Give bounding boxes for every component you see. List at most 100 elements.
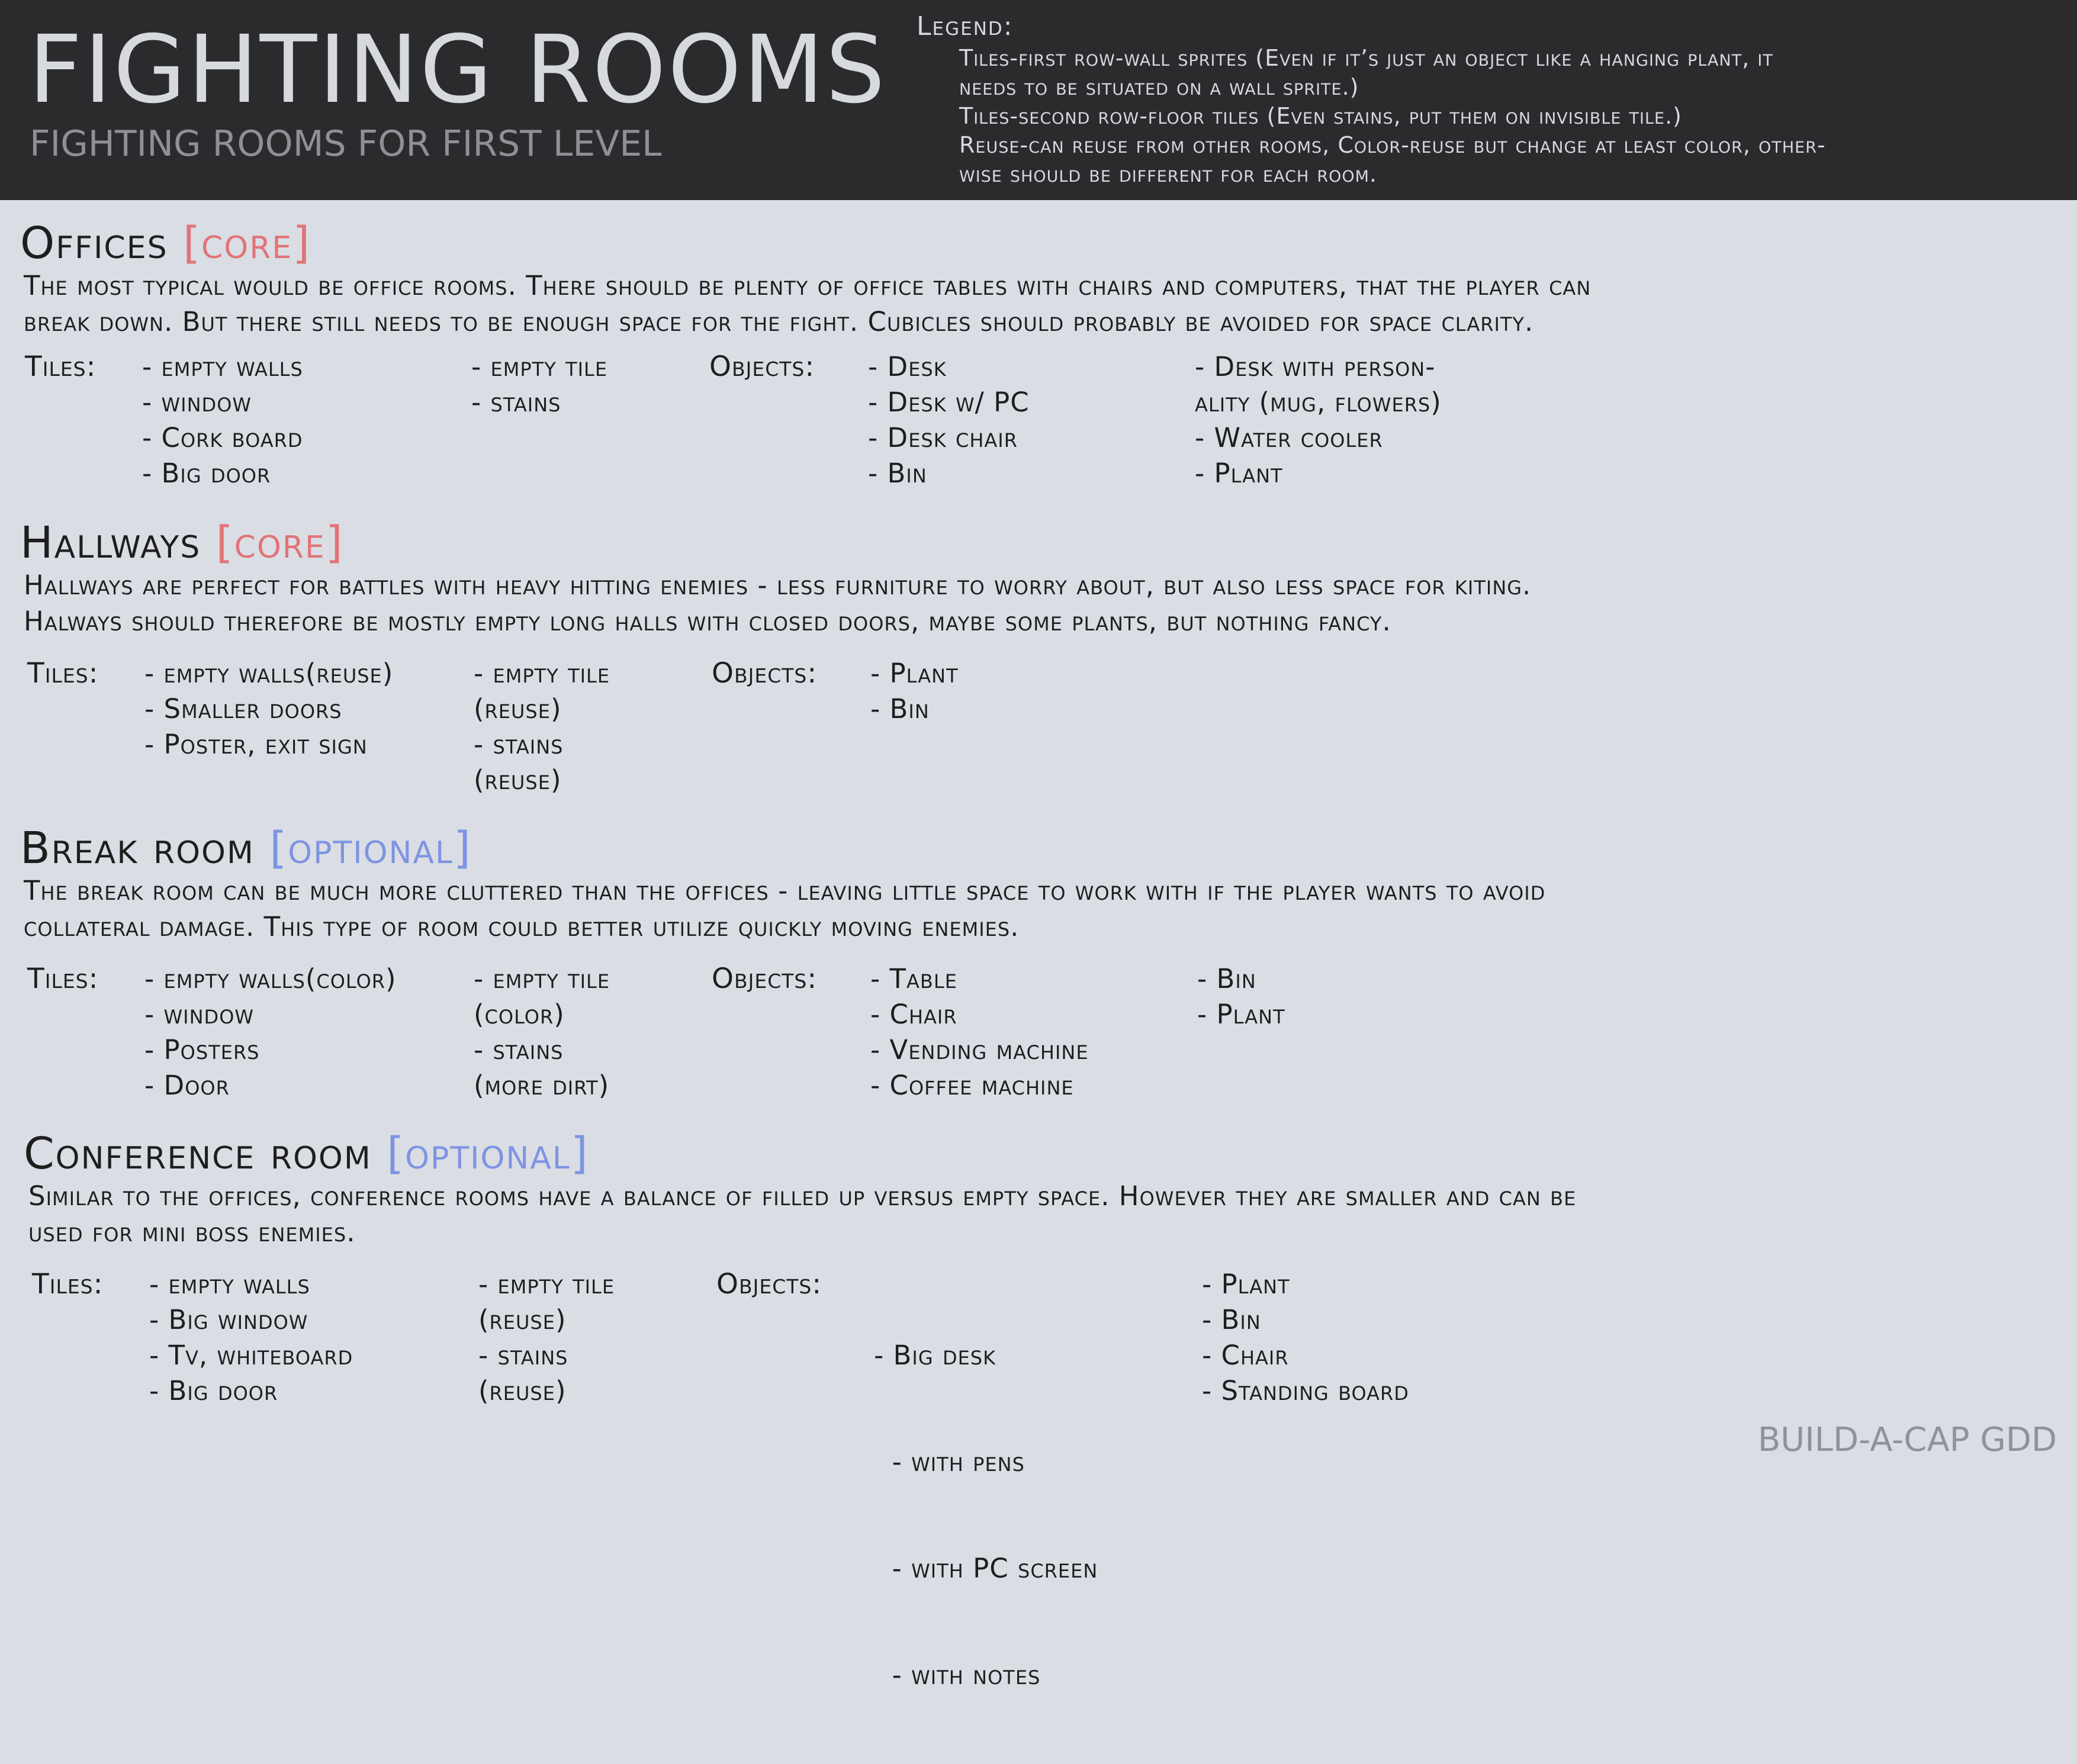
list-item: - Posters <box>144 1034 260 1066</box>
objects-list-2: - Bin - Plant <box>1197 961 1285 1032</box>
objects-list-1: - Big desk - with pens - with PC screen … <box>874 1267 1098 1764</box>
objects-label: Objects: <box>712 963 818 995</box>
section-title: Break room [optional] <box>20 822 472 875</box>
list-item: - Big door <box>142 458 271 489</box>
list-item: - stains <box>474 1034 564 1066</box>
list-item: - empty tile <box>471 351 608 382</box>
list-item: - stains <box>471 387 561 418</box>
list-item: - Coffee machine <box>870 1070 1074 1101</box>
objects-label: Objects: <box>716 1268 822 1301</box>
list-item: - Plant <box>1197 999 1285 1030</box>
objects-list-2: - Plant - Bin - Chair - Standing board <box>1202 1267 1409 1409</box>
list-item: - empty tile <box>474 963 610 994</box>
tiles-label: Tiles: <box>25 350 97 383</box>
list-item: - Chair <box>870 999 957 1030</box>
section-title: Conference room [optional] <box>24 1127 589 1180</box>
objects-list-1: - Plant - Bin <box>870 656 959 727</box>
list-item: - with PC screen <box>874 1553 1098 1584</box>
list-item: - Plant <box>1202 1269 1290 1300</box>
legend-line: needs to be situated on a wall sprite.) <box>959 74 1359 100</box>
legend-line: Tiles-first row-wall sprites (Even if it… <box>959 45 1773 71</box>
tiles-floor-list: - empty tile (reuse) - stains (reuse) <box>478 1267 615 1409</box>
list-item: - Plant <box>1195 458 1283 489</box>
page-title: FIGHTING ROOMS <box>28 15 887 124</box>
list-item: ality (mug, flowers) <box>1195 387 1442 418</box>
legend-line: Reuse-can reuse from other rooms, Color-… <box>959 132 1826 158</box>
list-item: - Big window <box>149 1304 308 1335</box>
tiles-label: Tiles: <box>27 963 99 995</box>
objects-label: Objects: <box>712 657 818 690</box>
list-item: - Vending machine <box>870 1034 1089 1066</box>
list-item: - stains <box>478 1340 568 1371</box>
list-item: - Poster, exit sign <box>144 729 368 760</box>
list-item: - empty walls(reuse) <box>144 658 394 689</box>
section-description: Hallways are perfect for battles with he… <box>24 567 2060 639</box>
list-item: - Standing board <box>1202 1375 1409 1406</box>
list-item: (color) <box>474 999 565 1030</box>
objects-list-1: - Table - Chair - Vending machine - Coff… <box>870 961 1089 1103</box>
list-item: - Cork board <box>142 422 303 453</box>
legend-lines: Tiles-first row-wall sprites (Even if it… <box>917 44 2053 189</box>
section-description: The most typical would be office rooms. … <box>24 268 2060 340</box>
list-item: (reuse) <box>474 693 562 725</box>
tiles-floor-list: - empty tile (reuse) - stains (reuse) <box>474 656 610 798</box>
header-banner: FIGHTING ROOMS FIGHTING ROOMS FOR FIRST … <box>0 0 2077 200</box>
description-line: Halways should therefore be mostly empty… <box>24 606 1391 637</box>
list-item: (reuse) <box>478 1304 567 1335</box>
list-item: - Bin <box>870 693 930 725</box>
tiles-label: Tiles: <box>27 657 99 690</box>
list-item: - Tv, whiteboard <box>149 1340 353 1371</box>
section-description: The break room can be much more cluttere… <box>24 873 2060 945</box>
core-tag: [core] <box>216 517 344 568</box>
list-item: - empty walls <box>142 351 303 382</box>
tiles-label: Tiles: <box>32 1268 104 1301</box>
list-item: - Smaller doors <box>144 693 342 725</box>
list-item: (reuse) <box>474 764 562 796</box>
tiles-walls-list: - empty walls(color) - window - Posters … <box>144 961 397 1103</box>
description-line: The break room can be much more cluttere… <box>24 875 1546 906</box>
list-item: - Chair <box>1202 1340 1289 1371</box>
list-item: - Table <box>870 963 957 994</box>
list-item: - Door <box>144 1070 230 1101</box>
legend-line: wise should be different for each room. <box>959 161 1377 187</box>
tiles-floor-list: - empty tile (color) - stains (more dirt… <box>474 961 610 1103</box>
tiles-floor-list: - empty tile - stains <box>471 349 607 420</box>
list-item: - Bin <box>1202 1304 1261 1335</box>
list-item: - Big door <box>149 1375 278 1406</box>
list-item: - Desk chair <box>868 422 1018 453</box>
description-line: Hallways are perfect for battles with he… <box>24 569 1532 601</box>
list-item: - stains <box>474 729 564 760</box>
list-item: - empty walls <box>149 1269 310 1300</box>
optional-tag: [optional] <box>387 1128 589 1179</box>
page-subtitle: FIGHTING ROOMS FOR FIRST LEVEL <box>30 123 662 165</box>
list-item: (reuse) <box>478 1375 567 1406</box>
section-title-text: Hallways <box>20 517 201 568</box>
document-footer: BUILD-A-CAP GDD <box>1757 1421 2057 1459</box>
list-item: - Bin <box>868 458 927 489</box>
section-title: Hallways [core] <box>20 516 344 569</box>
description-line: break down. But there still needs to be … <box>24 306 1534 337</box>
optional-tag: [optional] <box>269 823 472 874</box>
legend-title: Legend: <box>917 11 1014 41</box>
section-description: Similar to the offices, conference rooms… <box>28 1178 2065 1250</box>
objects-list-2: - Desk with person- ality (mug, flowers)… <box>1195 349 1442 491</box>
list-item: (more dirt) <box>474 1070 610 1101</box>
list-item: - window <box>144 999 255 1030</box>
description-line: The most typical would be office rooms. … <box>24 270 1591 301</box>
section-title-text: Break room <box>20 823 255 874</box>
legend: Legend: Tiles-first row-wall sprites (Ev… <box>917 9 2053 189</box>
list-item: - Bin <box>1197 963 1256 994</box>
section-title-text: Offices <box>20 218 168 269</box>
section-title-text: Conference room <box>24 1128 372 1179</box>
objects-list-1: - Desk - Desk w/ PC - Desk chair - Bin <box>868 349 1030 491</box>
list-item: - Desk with person- <box>1195 351 1436 382</box>
core-tag: [core] <box>183 218 311 269</box>
description-line: collateral damage. This type of room cou… <box>24 911 1020 942</box>
list-item: - window <box>142 387 252 418</box>
list-item: - Desk <box>868 351 947 382</box>
list-item: - Desk w/ PC <box>868 387 1030 418</box>
list-item: - Big desk <box>874 1340 996 1371</box>
list-item: - with pens <box>874 1446 1025 1477</box>
legend-line: Tiles-second row-floor tiles (Even stain… <box>959 103 1682 129</box>
list-item: - empty tile <box>474 658 610 689</box>
